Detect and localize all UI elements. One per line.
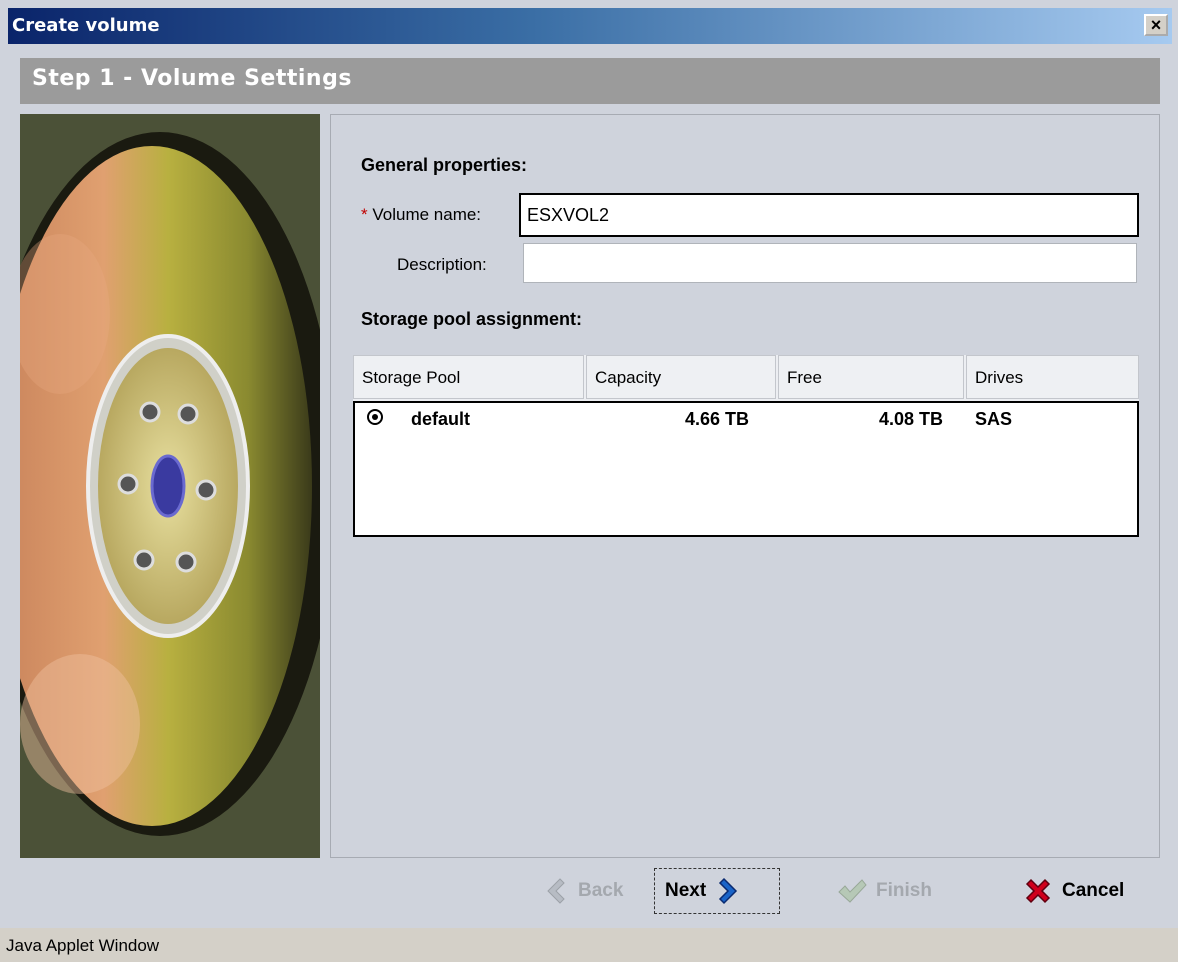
column-header-free[interactable]: Free: [778, 355, 964, 399]
cancel-button[interactable]: Cancel: [1012, 868, 1152, 914]
pool-radio-selected[interactable]: [367, 409, 383, 425]
required-marker: *: [361, 205, 368, 224]
back-chevron-icon: [547, 878, 565, 904]
next-chevron-icon: [719, 877, 738, 905]
description-input[interactable]: [523, 243, 1137, 283]
column-header-capacity[interactable]: Capacity: [586, 355, 776, 399]
table-header: Storage Pool Capacity Free Drives: [353, 355, 1139, 401]
back-button[interactable]: Back: [530, 868, 648, 914]
storage-pool-table: Storage Pool Capacity Free Drives defaul…: [353, 355, 1139, 537]
description-label: Description:: [397, 255, 487, 274]
capacity-cell: 4.66 TB: [685, 409, 750, 429]
title-bar[interactable]: Create volume ×: [8, 8, 1172, 44]
back-label: Back: [578, 880, 624, 901]
status-bar: Java Applet Window: [0, 928, 1178, 962]
finish-label: Finish: [876, 880, 932, 901]
hard-disk-platter-image: [20, 114, 320, 858]
volume-name-input[interactable]: [519, 193, 1139, 237]
cancel-label: Cancel: [1062, 880, 1125, 901]
column-header-drives[interactable]: Drives: [966, 355, 1139, 399]
window-title: Create volume: [12, 15, 160, 36]
create-volume-dialog: Create volume × Step 1 - Volume Settings: [0, 0, 1178, 962]
volume-name-label: * Volume name:: [361, 205, 481, 225]
settings-panel: General properties: * Volume name: Descr…: [330, 114, 1160, 858]
storage-pool-heading: Storage pool assignment:: [361, 309, 583, 329]
column-header-storage-pool[interactable]: Storage Pool: [353, 355, 584, 399]
next-label: Next: [665, 880, 707, 901]
step-header: Step 1 - Volume Settings: [20, 58, 1160, 104]
next-button[interactable]: Next: [654, 868, 780, 914]
table-body: default 4.66 TB 4.08 TB SAS: [353, 401, 1139, 537]
pool-name-cell: default: [411, 409, 471, 429]
status-text: Java Applet Window: [6, 936, 160, 955]
table-row[interactable]: default 4.66 TB 4.08 TB SAS: [355, 407, 1137, 435]
general-properties-heading: General properties:: [361, 155, 528, 175]
checkmark-icon: [838, 879, 867, 903]
free-cell: 4.08 TB: [879, 409, 944, 429]
volume-name-label-text: Volume name:: [372, 205, 482, 224]
hard-disk-illustration: [20, 114, 320, 858]
cancel-x-icon: [1025, 878, 1051, 904]
drives-cell: SAS: [975, 409, 1013, 429]
close-button[interactable]: ×: [1144, 14, 1168, 36]
close-icon: ×: [1150, 15, 1162, 35]
finish-button[interactable]: Finish: [826, 868, 962, 914]
step-title: Step 1 - Volume Settings: [32, 66, 352, 91]
